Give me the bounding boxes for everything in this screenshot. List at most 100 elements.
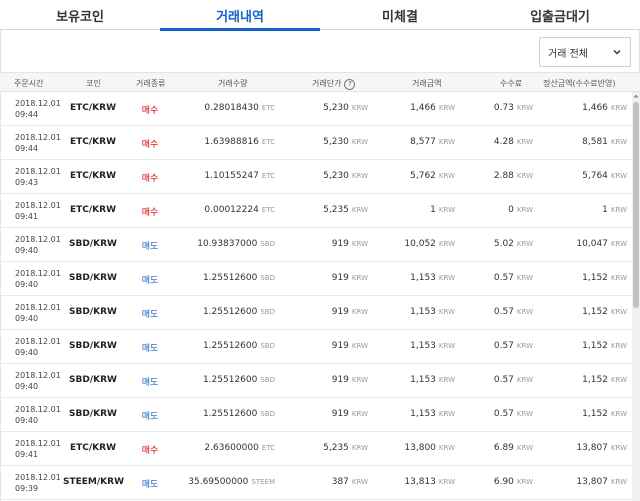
tab-open-orders[interactable]: 미체결	[320, 0, 480, 30]
trade-quantity: 1.10155247 ETC	[204, 171, 275, 181]
price-value: 5,230	[323, 171, 349, 181]
trade-amount: 1,153 KRW	[410, 341, 455, 351]
vertical-scrollbar[interactable]	[632, 92, 640, 501]
amount-unit: KRW	[438, 206, 455, 214]
unit-price: 919 KRW	[332, 375, 368, 385]
trade-fee: 0.57 KRW	[494, 307, 533, 317]
quantity-unit: SBD	[260, 376, 275, 384]
coin-pair: SBD/KRW	[69, 239, 117, 249]
trade-type: 매수	[141, 106, 159, 116]
col-quantity: 거래수량	[218, 79, 248, 88]
trade-fee: 4.28 KRW	[494, 137, 533, 147]
trade-type: 매도	[141, 344, 159, 354]
fee-value: 6.90	[493, 477, 514, 487]
amount-unit: KRW	[438, 444, 455, 452]
trade-quantity: 2.63600000 ETC	[204, 443, 275, 453]
tab-holdings[interactable]: 보유코인	[0, 0, 160, 30]
trade-amount: 5,762 KRW	[410, 171, 455, 181]
scroll-up-arrow-icon[interactable]	[632, 92, 640, 100]
settlement-amount: 8,581 KRW	[582, 137, 627, 147]
quantity-unit: SBD	[260, 342, 275, 350]
quantity-unit: ETC	[261, 104, 275, 112]
price-value: 5,235	[323, 443, 349, 453]
col-trade-type: 거래종류	[136, 79, 166, 88]
fee-value: 2.88	[493, 171, 514, 181]
col-unit-price: 거래단가?	[312, 78, 356, 90]
coin-pair: SBD/KRW	[69, 273, 117, 283]
settle-value: 8,581	[582, 137, 608, 147]
fee-unit: KRW	[516, 410, 533, 418]
trade-quantity: 1.25512600 SBD	[203, 375, 275, 385]
coin-pair: ETC/KRW	[69, 137, 116, 147]
scrollbar-thumb[interactable]	[633, 102, 639, 308]
settle-unit: KRW	[610, 274, 627, 282]
fee-unit: KRW	[516, 376, 533, 384]
quantity-unit: SBD	[260, 308, 275, 316]
order-date: 2018.12.01	[15, 439, 61, 448]
price-value: 5,235	[323, 205, 349, 215]
fee-unit: KRW	[516, 478, 533, 486]
price-unit: KRW	[351, 138, 368, 146]
order-time: 2018.12.01 09:40	[15, 404, 61, 426]
order-date: 2018.12.01	[15, 473, 61, 482]
trade-amount: 10,052 KRW	[404, 239, 455, 249]
price-unit: KRW	[351, 104, 368, 112]
table-row: 2018.12.01 09:43 ETC/KRW 매수 1.10155247 ETC 5,2…	[1, 160, 633, 194]
fee-unit: KRW	[516, 172, 533, 180]
fee-value: 0.57	[493, 375, 514, 385]
order-date: 2018.12.01	[15, 201, 61, 210]
amount-unit: KRW	[438, 308, 455, 316]
trade-type: 매수	[141, 446, 159, 456]
unit-price: 387 KRW	[332, 477, 368, 487]
col-order-time: 주문시간	[14, 79, 44, 88]
fee-unit: KRW	[516, 138, 533, 146]
unit-price: 5,230 KRW	[323, 137, 368, 147]
fee-unit: KRW	[516, 342, 533, 350]
trade-type-select[interactable]: 거래 전체	[539, 37, 631, 67]
order-time: 2018.12.01 09:44	[15, 98, 61, 120]
tab-trade-history[interactable]: 거래내역	[160, 0, 320, 31]
trade-quantity: 1.25512600 SBD	[203, 273, 275, 283]
quantity-value: 1.25512600	[202, 341, 258, 351]
trade-quantity: 1.25512600 SBD	[203, 409, 275, 419]
unit-price: 5,235 KRW	[323, 205, 368, 215]
order-clock: 09:41	[15, 212, 39, 221]
price-unit: KRW	[351, 444, 368, 452]
order-date: 2018.12.01	[15, 269, 61, 278]
trade-quantity: 1.25512600 SBD	[203, 307, 275, 317]
settle-unit: KRW	[610, 104, 627, 112]
quantity-value: 1.25512600	[202, 307, 258, 317]
unit-price: 919 KRW	[332, 307, 368, 317]
help-icon[interactable]: ?	[344, 79, 356, 90]
tab-pending-transfers[interactable]: 입출금대기	[480, 0, 640, 30]
order-clock: 09:40	[15, 348, 39, 357]
filter-toolbar: 거래 전체	[0, 30, 640, 72]
trade-quantity: 0.00012224 ETC	[204, 205, 275, 215]
coin-pair: ETC/KRW	[69, 103, 116, 113]
settlement-amount: 5,764 KRW	[582, 171, 627, 181]
order-time: 2018.12.01 09:40	[15, 268, 61, 290]
trade-history-table[interactable]: 2018.12.01 09:44 ETC/KRW 매수 0.28018430 ETC 5,2…	[0, 92, 640, 501]
trade-quantity: 0.28018430 ETC	[204, 103, 275, 113]
fee-unit: KRW	[516, 444, 533, 452]
order-time: 2018.12.01 09:44	[15, 132, 61, 154]
settle-unit: KRW	[610, 376, 627, 384]
trade-amount: 1,153 KRW	[410, 375, 455, 385]
order-clock: 09:41	[15, 450, 39, 459]
price-unit: KRW	[351, 410, 368, 418]
order-time: 2018.12.01 09:41	[15, 200, 61, 222]
order-date: 2018.12.01	[15, 167, 61, 176]
price-unit: KRW	[351, 172, 368, 180]
price-unit: KRW	[351, 240, 368, 248]
trade-type: 매도	[141, 276, 159, 286]
order-time: 2018.12.01 09:40	[15, 234, 61, 256]
amount-unit: KRW	[438, 478, 455, 486]
trade-amount: 1 KRW	[430, 205, 455, 215]
order-date: 2018.12.01	[15, 337, 61, 346]
coin-pair: ETC/KRW	[69, 443, 116, 453]
fee-value: 0.73	[493, 103, 514, 113]
col-coin: 코인	[86, 79, 101, 88]
trade-fee: 5.02 KRW	[494, 239, 533, 249]
settlement-amount: 1,152 KRW	[582, 307, 627, 317]
col-amount: 거래금액	[412, 79, 442, 88]
